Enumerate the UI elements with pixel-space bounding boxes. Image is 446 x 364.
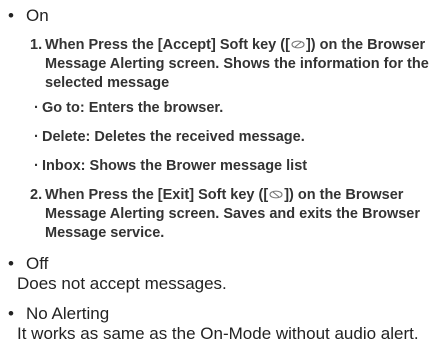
bullet-dot: • — [8, 304, 14, 323]
off-label: Off — [26, 254, 49, 273]
option-goto: · Go to: Enters the browser. — [34, 100, 224, 116]
item-number: 2. — [30, 187, 43, 203]
bullet-dot: • — [8, 254, 14, 273]
no-alerting-description: It works as same as the On-Mode without … — [17, 324, 419, 343]
on-item-2: 2. When Press the [Exit] Soft key ([]) o… — [30, 186, 444, 243]
bullet-on: • On — [8, 6, 444, 26]
bullet-dot: • — [8, 6, 14, 25]
off-description: Does not accept messages. — [17, 274, 227, 293]
no-alerting-label: No Alerting — [26, 304, 110, 323]
item-number: 1. — [30, 37, 43, 53]
option-inbox: · Inbox: Shows the Brower message list — [34, 158, 308, 174]
item-1-text-start: When Press the [Accept] Soft key ([ — [45, 37, 290, 53]
item-2-text-start: When Press the [Exit] Soft key ([ — [45, 187, 269, 203]
right-softkey-icon — [268, 188, 284, 201]
manual-page: • On 1. When Press the [Accept] Soft key… — [8, 6, 444, 344]
option-delete: · Delete: Deletes the received message. — [34, 129, 305, 145]
on-item-1: 1. When Press the [Accept] Soft key ([])… — [30, 36, 444, 93]
left-softkey-icon — [290, 38, 306, 51]
bullet-no-alerting: • No Alerting — [8, 304, 444, 324]
bullet-off: • Off — [8, 254, 444, 274]
on-label: On — [26, 6, 49, 25]
